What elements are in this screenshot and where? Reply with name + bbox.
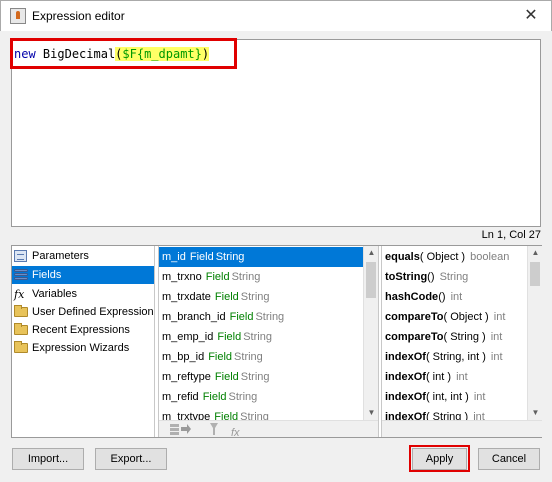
field-kind: Field xyxy=(214,291,239,303)
close-paren-token: ) xyxy=(201,47,210,61)
field-type: String xyxy=(240,371,270,383)
field-row[interactable]: m_trxno Field String xyxy=(159,267,363,287)
field-name: m_reftype xyxy=(162,371,211,383)
category-label: User Defined Expressions xyxy=(32,306,155,318)
category-label: Fields xyxy=(32,269,62,281)
field-name: m_id xyxy=(162,251,186,263)
methods-list: equals( Object ) boolean toString() Stri… xyxy=(381,246,542,437)
window-title: Expression editor xyxy=(32,9,125,23)
field-kind: Field xyxy=(202,391,227,403)
category-user-defined-expressions[interactable]: User Defined Expressions xyxy=(12,303,155,321)
method-row[interactable]: indexOf( String, int ) int xyxy=(382,347,527,367)
field-row[interactable]: m_bp_id Field String xyxy=(159,347,363,367)
field-ref-token: $F{m_dpamt} xyxy=(122,47,202,61)
field-type: String xyxy=(255,311,285,323)
method-row[interactable]: indexOf( int ) int xyxy=(382,367,527,387)
category-expression-wizards[interactable]: Expression Wizards xyxy=(12,339,154,357)
field-kind: Field xyxy=(205,271,230,283)
apply-button[interactable]: Apply xyxy=(412,448,467,470)
field-kind: Field xyxy=(189,251,214,263)
fx-icon: fx xyxy=(14,288,25,301)
field-kind: Field xyxy=(208,351,233,363)
expression-browser: Parameters Fields fx Variables User Defi… xyxy=(11,245,542,438)
field-name: m_trxdate xyxy=(162,291,211,303)
fields-icon xyxy=(14,269,28,282)
method-row[interactable]: compareTo( Object ) int xyxy=(382,307,527,327)
category-fields[interactable]: Fields xyxy=(12,266,154,284)
method-row[interactable]: equals( Object ) boolean xyxy=(382,247,527,267)
fields-toolbar: fx xyxy=(159,420,378,437)
methods-hbar xyxy=(382,420,542,437)
parameters-icon xyxy=(14,250,27,262)
cursor-position: Ln 1, Col 27 xyxy=(481,229,541,241)
insert-field-icon[interactable] xyxy=(169,422,191,437)
category-variables[interactable]: fx Variables xyxy=(12,285,154,303)
field-kind: Field xyxy=(229,311,254,323)
field-type: String xyxy=(234,351,263,363)
field-type: String xyxy=(215,251,245,263)
methods-scrollbar[interactable]: ▲ ▼ xyxy=(527,246,542,420)
scroll-thumb[interactable] xyxy=(530,262,540,286)
scroll-down-icon[interactable]: ▼ xyxy=(364,406,378,420)
field-row[interactable]: m_branch_id Field String xyxy=(159,307,363,327)
category-parameters[interactable]: Parameters xyxy=(12,247,154,265)
field-row[interactable]: m_reftype Field String xyxy=(159,367,363,387)
category-label: Parameters xyxy=(32,250,89,262)
fields-scrollbar[interactable]: ▲ ▼ xyxy=(363,246,378,420)
field-name: m_emp_id xyxy=(162,331,214,343)
field-name: m_bp_id xyxy=(162,351,205,363)
folder-icon xyxy=(14,341,28,353)
cancel-button[interactable]: Cancel xyxy=(478,448,540,470)
field-kind: Field xyxy=(214,371,239,383)
category-list: Parameters Fields fx Variables User Defi… xyxy=(12,246,155,437)
filter-fx-icon[interactable]: fx xyxy=(209,422,240,437)
field-name: m_refid xyxy=(162,391,199,403)
scroll-up-icon[interactable]: ▲ xyxy=(364,246,378,260)
close-button[interactable]: ✕ xyxy=(521,6,541,26)
field-row[interactable]: m_trxdate Field String xyxy=(159,287,363,307)
expression-code: new BigDecimal($F{m_dpamt}) xyxy=(14,47,210,61)
field-row[interactable]: m_id Field String xyxy=(159,247,363,267)
field-row[interactable]: m_emp_id Field String xyxy=(159,327,363,347)
method-row[interactable]: compareTo( String ) int xyxy=(382,327,527,347)
method-row[interactable]: indexOf( int, int ) int xyxy=(382,387,527,407)
class-token: BigDecimal xyxy=(42,47,116,61)
java-app-icon xyxy=(10,8,26,24)
field-kind: Field xyxy=(217,331,242,343)
folder-icon xyxy=(14,305,28,317)
field-type: String xyxy=(240,291,270,303)
export-button[interactable]: Export... xyxy=(95,448,167,470)
field-name: m_trxno xyxy=(162,271,202,283)
fields-list: m_id Field String m_trxno Field String m_trx… xyxy=(158,246,379,437)
category-label: Recent Expressions xyxy=(32,324,130,336)
field-row[interactable]: m_refid Field String xyxy=(159,387,363,407)
category-recent-expressions[interactable]: Recent Expressions xyxy=(12,321,154,339)
field-name: m_branch_id xyxy=(162,311,226,323)
expression-text-area[interactable]: new BigDecimal($F{m_dpamt}) xyxy=(10,38,541,227)
field-type: String xyxy=(228,391,258,403)
keyword-token: new xyxy=(14,47,36,61)
title-bar: Expression editor ✕ xyxy=(0,0,552,31)
category-label: Variables xyxy=(32,288,78,300)
scroll-thumb[interactable] xyxy=(366,262,376,298)
field-type: String xyxy=(243,331,272,343)
import-button[interactable]: Import... xyxy=(12,448,84,470)
method-row[interactable]: toString() String xyxy=(382,267,527,287)
field-type: String xyxy=(231,271,261,283)
method-row[interactable]: hashCode() int xyxy=(382,287,527,307)
scroll-down-icon[interactable]: ▼ xyxy=(528,406,542,420)
category-label: Expression Wizards xyxy=(32,342,130,354)
folder-icon xyxy=(14,323,28,335)
scroll-up-icon[interactable]: ▲ xyxy=(528,246,542,260)
